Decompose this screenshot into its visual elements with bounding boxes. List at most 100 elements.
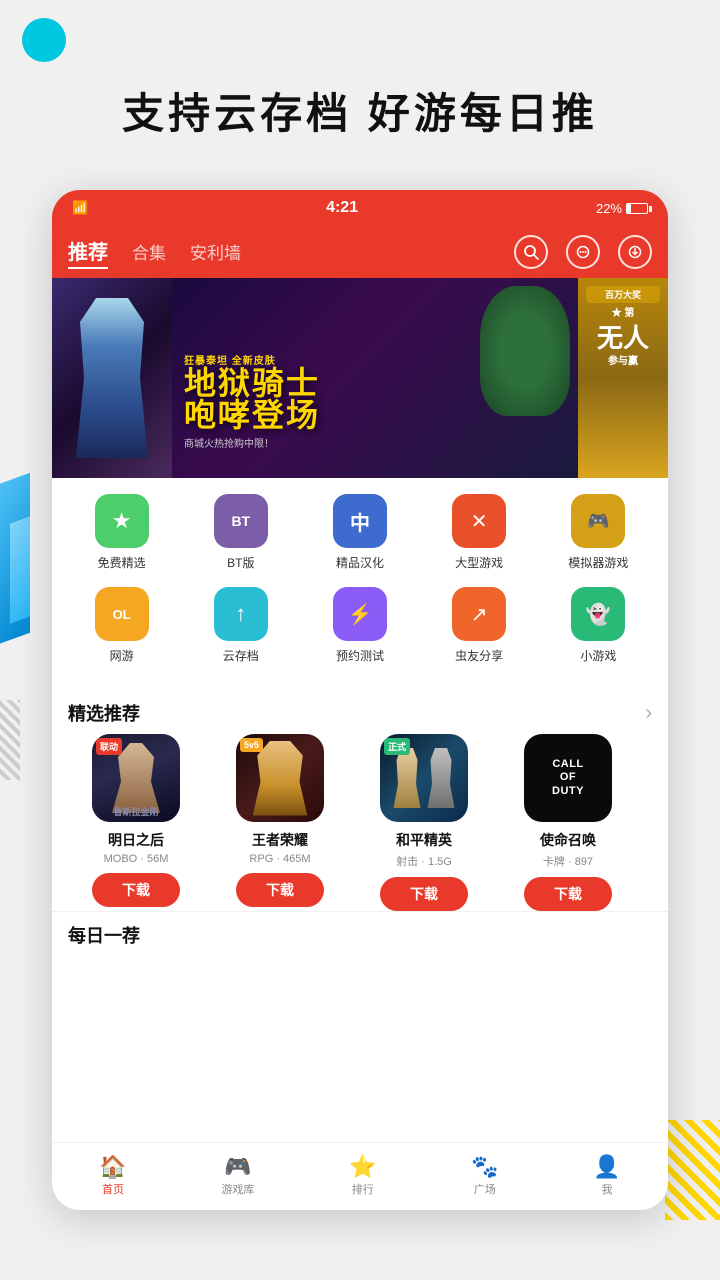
cat-chinese-label: 精品汉化	[336, 554, 384, 571]
download-btn-1[interactable]: 下载	[236, 873, 324, 907]
download-btn-2[interactable]: 下载	[380, 877, 468, 911]
game-name-2: 和平精英	[396, 830, 452, 850]
cat-simulator-label: 模拟器游戏	[568, 554, 628, 571]
cat-cloud-icon: ↑	[214, 587, 268, 641]
cat-share-label: 虫友分享	[455, 647, 503, 664]
game-list: 鲁斯拉金刚 联动 明日之后 MOBO · 56M 下载 5v5 王者荣耀 RPG…	[52, 734, 668, 911]
cat-online-label: 网游	[110, 647, 134, 664]
nav-tab-recommend[interactable]: 推荐	[68, 236, 108, 269]
status-battery: 22%	[596, 201, 648, 216]
cat-bt[interactable]: BT BT版	[191, 494, 291, 571]
cat-large-game-icon: ✕	[452, 494, 506, 548]
app-headline: 支持云存档 好游每日推	[0, 80, 720, 141]
bg-yellow-stripe	[665, 1120, 720, 1220]
bottom-nav: 🏠 首页 🎮 游戏库 ⭐ 排行 🐾 广场 👤 我	[52, 1142, 668, 1210]
banner-main[interactable]: 狂暴泰坦 全新皮肤 地狱骑士 咆哮登场 商城火热抢购中限！	[172, 278, 578, 478]
category-grid: ★ 免费精选 BT BT版 中 精品汉化 ✕ 大型游戏	[52, 478, 668, 688]
game-info-1: RPG · 465M	[249, 853, 310, 865]
download-btn-0[interactable]: 下载	[92, 873, 180, 907]
banner-left-character	[52, 278, 172, 478]
battery-icon	[626, 203, 648, 214]
cat-online[interactable]: OL 网游	[72, 587, 172, 664]
cat-simulator[interactable]: 🎮 模拟器游戏	[548, 494, 648, 571]
banner-right[interactable]: 百万大奖 ★ 第 无人 参与赢	[578, 278, 668, 478]
battery-fill	[627, 204, 631, 213]
banner-main-text: 狂暴泰坦 全新皮肤 地狱骑士 咆哮登场 商城火热抢购中限！	[184, 352, 578, 450]
cat-share[interactable]: ↗ 虫友分享	[429, 587, 529, 664]
me-icon: 👤	[593, 1156, 620, 1178]
nav-plaza-label: 广场	[474, 1181, 496, 1197]
featured-section-header: 精选推荐 ›	[52, 688, 668, 734]
wifi-icon: 📶	[72, 200, 88, 216]
cat-reserve[interactable]: ⚡ 预约测试	[310, 587, 410, 664]
game-badge-2: 正式	[384, 738, 410, 755]
status-time: 4:21	[326, 199, 358, 217]
cat-large-game[interactable]: ✕ 大型游戏	[429, 494, 529, 571]
game-art-3: CALLOFDUTY	[524, 734, 612, 822]
cat-chinese-icon: 中	[333, 494, 387, 548]
category-row-2: OL 网游 ↑ 云存档 ⚡ 预约测试 ↗ 虫友分享	[62, 587, 658, 664]
call-duty-text: CALLOFDUTY	[552, 758, 584, 798]
game-item-2: 正式 和平精英 射击 · 1.5G 下载	[356, 734, 492, 911]
banner-right-star: ★ 第	[586, 307, 660, 321]
bottom-section-title: 每日一荐	[68, 926, 140, 946]
cat-reserve-label: 预约测试	[336, 647, 384, 664]
library-icon: 🎮	[224, 1156, 251, 1178]
banner-title2: 咆哮登场	[184, 399, 578, 431]
cat-mini-label: 小游戏	[580, 647, 616, 664]
banner-right-num: 无人	[586, 325, 660, 351]
chat-button[interactable]	[566, 235, 600, 269]
cat-mini[interactable]: 👻 小游戏	[548, 587, 648, 664]
game-icon-2: 正式	[380, 734, 468, 822]
category-row-1: ★ 免费精选 BT BT版 中 精品汉化 ✕ 大型游戏	[62, 494, 658, 571]
banner-left	[52, 278, 172, 478]
nav-tab-wall[interactable]: 安利墙	[190, 239, 241, 266]
download-button[interactable]	[618, 235, 652, 269]
game-info-0: MOBO · 56M	[104, 853, 169, 865]
bg-gray-stripe	[0, 700, 20, 780]
cat-bt-label: BT版	[227, 554, 254, 571]
game-info-3: 卡牌 · 897	[543, 853, 593, 869]
nav-me[interactable]: 👤 我	[585, 1152, 628, 1201]
nav-me-label: 我	[601, 1181, 612, 1197]
nav-library[interactable]: 🎮 游戏库	[213, 1152, 262, 1201]
nav-home[interactable]: 🏠 首页	[91, 1152, 134, 1201]
nav-ranking[interactable]: ⭐ 排行	[341, 1152, 384, 1201]
nav-ranking-label: 排行	[352, 1181, 374, 1197]
search-button[interactable]	[514, 235, 548, 269]
nav-tab-collection[interactable]: 合集	[132, 239, 166, 266]
bottom-section: 每日一荐	[52, 911, 668, 952]
cat-mini-icon: 👻	[571, 587, 625, 641]
cat-simulator-icon: 🎮	[571, 494, 625, 548]
cat-online-icon: OL	[95, 587, 149, 641]
banner-desc: 商城火热抢购中限！	[184, 435, 578, 450]
game-name-1: 王者荣耀	[252, 830, 308, 850]
cat-large-game-label: 大型游戏	[455, 554, 503, 571]
cat-reserve-icon: ⚡	[333, 587, 387, 641]
cat-chinese[interactable]: 中 精品汉化	[310, 494, 410, 571]
featured-section-arrow[interactable]: ›	[645, 702, 652, 725]
nav-library-label: 游戏库	[221, 1181, 254, 1197]
bg-blue-stripe2	[10, 516, 30, 623]
cat-free-choice[interactable]: ★ 免费精选	[72, 494, 172, 571]
banner-area[interactable]: 狂暴泰坦 全新皮肤 地狱骑士 咆哮登场 商城火热抢购中限！ 百万大奖 ★ 第 无…	[52, 278, 668, 478]
game-item-0: 鲁斯拉金刚 联动 明日之后 MOBO · 56M 下载	[68, 734, 204, 911]
download-btn-3[interactable]: 下载	[524, 877, 612, 911]
cat-cloud-label: 云存档	[223, 647, 259, 664]
game-icon-3: CALLOFDUTY	[524, 734, 612, 822]
bg-circle-decoration	[22, 18, 66, 62]
plaza-icon: 🐾	[471, 1156, 498, 1178]
game-icon-0: 鲁斯拉金刚 联动	[92, 734, 180, 822]
game-badge-1: 5v5	[240, 738, 263, 752]
nav-plaza[interactable]: 🐾 广场	[463, 1152, 506, 1201]
game-name-3: 使命召唤	[540, 830, 596, 850]
cat-cloud[interactable]: ↑ 云存档	[191, 587, 291, 664]
nav-icons	[514, 235, 652, 269]
banner-right-sub: 参与赢	[586, 355, 660, 369]
nav-home-label: 首页	[102, 1181, 124, 1197]
game-name-0: 明日之后	[108, 830, 164, 850]
ranking-icon: ⭐	[349, 1156, 376, 1178]
game-info-2: 射击 · 1.5G	[396, 853, 452, 869]
status-bar: 📶 4:21 22%	[52, 190, 668, 226]
phone-mockup: 📶 4:21 22% 推荐 合集 安利墙	[52, 190, 668, 1210]
